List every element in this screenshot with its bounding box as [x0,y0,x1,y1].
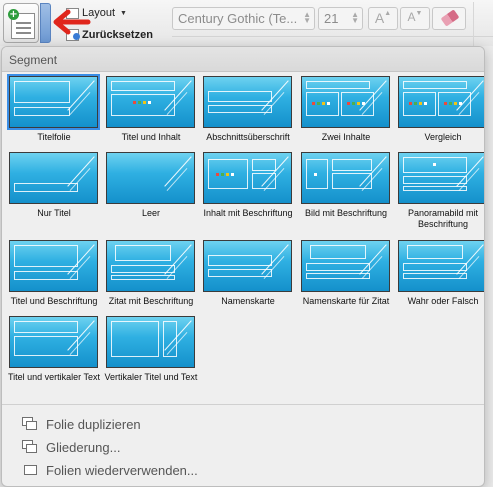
clear-formatting-button[interactable] [432,7,466,30]
layout-label: Nur Titel [37,208,71,218]
layout-thumbnail [9,316,98,368]
new-slide-button[interactable]: + [3,3,39,43]
layout-label: Titelfolie [37,132,71,142]
annotation-arrow-icon [53,9,91,35]
duplicate-slides-label: Folie duplizieren [46,416,141,432]
layout-label: Titel und Inhalt [121,132,181,142]
layout-option[interactable]: Titel und Beschriftung [6,240,102,324]
layout-option[interactable]: Panoramabild mit Beschriftung [395,152,484,236]
reuse-slides-label: Folien wiederverwenden... [46,462,198,478]
layout-thumbnail [106,152,195,204]
layout-option[interactable]: Bild mit Beschriftung [298,152,394,236]
font-size-field[interactable]: 21 ▲ ▼ [318,7,363,30]
layout-option[interactable]: Namenskarte für Zitat [298,240,394,324]
layout-label: Vertikaler Titel und Text [104,372,198,382]
layout-label: Namenskarte für Zitat [302,296,390,306]
layout-thumbnail [203,240,292,292]
layout-label: Panoramabild mit Beschriftung [407,208,479,229]
outline-label: Gliederung... [46,439,121,455]
layout-thumbnail [106,76,195,128]
layout-thumbnail [398,152,484,204]
layout-label: Wahr oder Falsch [407,296,479,306]
layout-thumbnail [203,152,292,204]
layout-option[interactable]: Zwei Inhalte [298,76,394,160]
layout-thumbnail [203,76,292,128]
layout-option[interactable]: Zitat mit Beschriftung [103,240,199,324]
font-size-dropdown-icon: ▲ ▼ [351,10,359,25]
font-name-value: Century Gothic (Te... [178,11,298,26]
reuse-slides-icon [22,463,38,477]
layout-thumbnail [9,76,98,128]
layout-label: Titel und vertikaler Text [7,372,101,382]
layout-option[interactable]: Nur Titel [6,152,102,236]
layout-option[interactable]: Titel und Inhalt [103,76,199,160]
font-size-value: 21 [324,11,339,26]
layout-gallery-popup: Segment Titelfolie Titel und Inhalt Abschn… [1,46,485,487]
eraser-icon [440,9,460,27]
layout-option[interactable]: Abschnittsüberschrift [200,76,296,160]
layout-option[interactable]: Vergleich [395,76,484,160]
layout-thumbnail [9,152,98,204]
layout-thumbnail [301,152,390,204]
layout-thumbnail [398,240,484,292]
layout-label: Abschnittsüberschrift [206,132,290,142]
gallery-section-header: Segment [2,47,484,72]
layout-label: Namenskarte [221,296,275,306]
menu-divider [2,404,484,405]
grow-font-button[interactable]: A▲ [368,7,398,30]
layout-label: Titel und Beschriftung [10,296,98,306]
layout-label: Inhalt mit Beschriftung [203,208,293,218]
plus-icon: + [8,9,19,20]
reset-label: Zurücksetzen [82,29,153,41]
layout-label: Bild mit Beschriftung [304,208,388,218]
toolbar-divider [473,2,493,46]
layout-label: Vergleich [424,132,462,142]
shrink-font-button[interactable]: A▼ [400,7,430,30]
font-name-field[interactable]: Century Gothic (Te... ▲ ▼ [172,7,315,30]
layout-option[interactable]: Vertikaler Titel und Text [103,316,199,400]
outline-icon [22,440,38,454]
layout-option[interactable]: Wahr oder Falsch [395,240,484,324]
layout-thumbnail [106,240,195,292]
shrink-font-icon: A [407,10,416,24]
outline-menu-item[interactable]: Gliederung... [22,438,120,456]
layout-thumbnail [398,76,484,128]
layout-thumbnail [106,316,195,368]
layout-option[interactable]: Leer [103,152,199,236]
font-dropdown-icon: ▲ ▼ [303,10,311,25]
layout-thumbnail [301,76,390,128]
layout-thumbnail [9,240,98,292]
layout-label: Zwei Inhalte [321,132,371,142]
grow-font-icon: A [374,10,385,26]
layout-option[interactable]: Titel und vertikaler Text [6,316,102,400]
layout-label: Leer [141,208,160,218]
layout-label: Zitat mit Beschriftung [108,296,194,306]
layout-option[interactable]: Namenskarte [200,240,296,324]
layout-thumbnail [301,240,390,292]
layout-option[interactable]: Titelfolie [6,76,102,160]
duplicate-slides-icon [22,417,38,431]
layout-option[interactable]: Inhalt mit Beschriftung [200,152,296,236]
reuse-slides-menu-item[interactable]: Folien wiederverwenden... [22,461,198,479]
chevron-down-icon: ▼ [120,9,127,17]
duplicate-slides-menu-item[interactable]: Folie duplizieren [22,415,141,433]
toolbar-second-row [172,36,493,46]
